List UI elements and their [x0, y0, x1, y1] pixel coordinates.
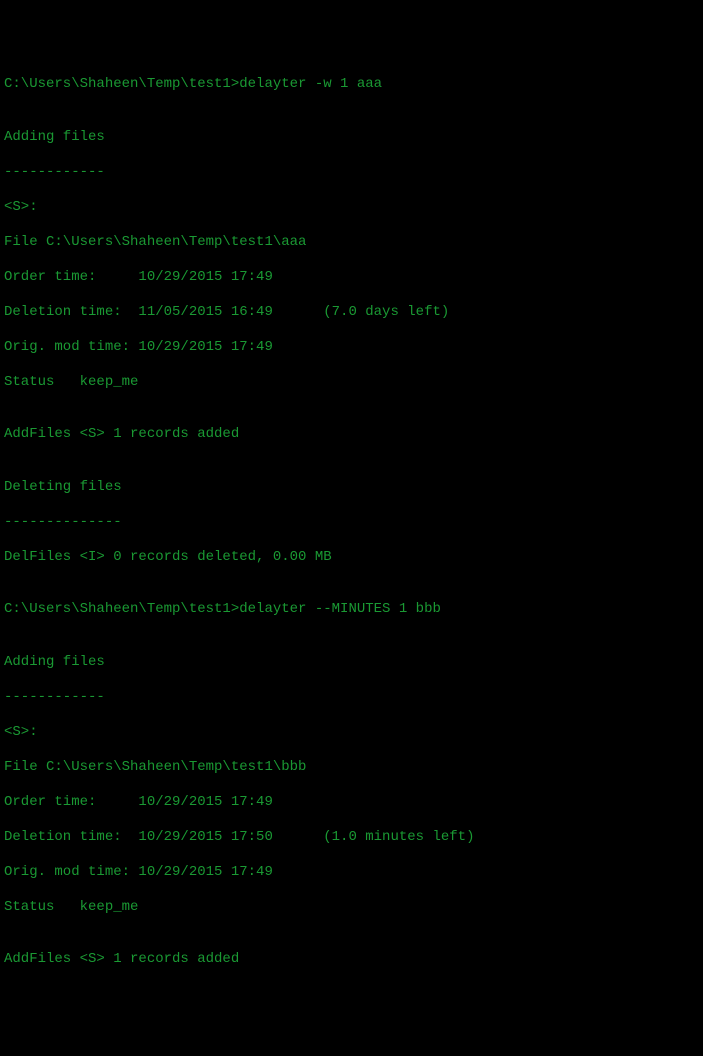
order-time-line: Order time: 10/29/2015 17:49	[4, 794, 699, 812]
file-path-line: File C:\Users\Shaheen\Temp\test1\aaa	[4, 234, 699, 252]
deletion-time-line: Deletion time: 11/05/2015 16:49 (7.0 day…	[4, 304, 699, 322]
s-tag: <S>:	[4, 724, 699, 742]
section-header: Adding files	[4, 654, 699, 672]
status-line: Status keep_me	[4, 899, 699, 917]
deletion-time-line: Deletion time: 10/29/2015 17:50 (1.0 min…	[4, 829, 699, 847]
section-header: Adding files	[4, 129, 699, 147]
addfiles-result: AddFiles <S> 1 records added	[4, 951, 699, 969]
addfiles-result: AddFiles <S> 1 records added	[4, 426, 699, 444]
prompt-line[interactable]: C:\Users\Shaheen\Temp\test1>delayter -w …	[4, 76, 699, 94]
order-time-line: Order time: 10/29/2015 17:49	[4, 269, 699, 287]
orig-mod-time-line: Orig. mod time: 10/29/2015 17:49	[4, 339, 699, 357]
delfiles-result: DelFiles <I> 0 records deleted, 0.00 MB	[4, 549, 699, 567]
section-header: Deleting files	[4, 479, 699, 497]
section-rule: --------------	[4, 514, 699, 532]
status-line: Status keep_me	[4, 374, 699, 392]
orig-mod-time-line: Orig. mod time: 10/29/2015 17:49	[4, 864, 699, 882]
section-rule: ------------	[4, 164, 699, 182]
s-tag: <S>:	[4, 199, 699, 217]
prompt-line[interactable]: C:\Users\Shaheen\Temp\test1>delayter --M…	[4, 601, 699, 619]
file-path-line: File C:\Users\Shaheen\Temp\test1\bbb	[4, 759, 699, 777]
section-rule: ------------	[4, 689, 699, 707]
